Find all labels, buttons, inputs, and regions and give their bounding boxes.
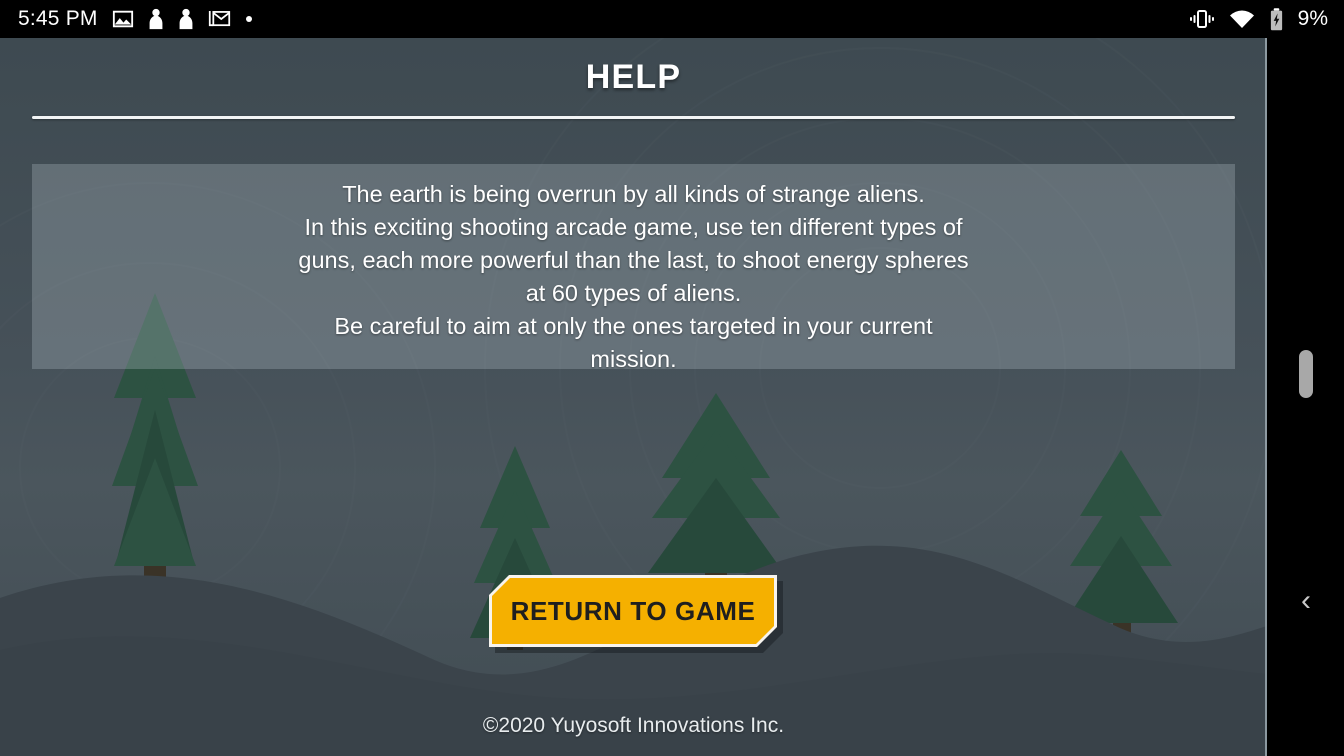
help-text-panel[interactable]: The earth is being overrun by all kinds …: [32, 164, 1235, 369]
status-bar-left-group: 5:45 PM: [0, 7, 253, 31]
scrollbar-thumb[interactable]: [1299, 350, 1313, 398]
system-navigation-rail: ‹: [1267, 38, 1344, 756]
back-chevron-icon[interactable]: ‹: [1289, 578, 1323, 624]
battery-charging-icon: [1269, 7, 1284, 31]
button-face: RETURN TO GAME: [492, 578, 774, 644]
android-status-bar: 5:45 PM 9%: [0, 0, 1344, 38]
help-content: HELP The earth is being overrun by all k…: [0, 38, 1267, 756]
game-help-screen: HELP The earth is being overrun by all k…: [0, 38, 1267, 756]
more-notifications-dot-icon: [245, 15, 253, 23]
vibrate-icon: [1189, 9, 1215, 29]
notification-person-icon-2: [178, 8, 194, 30]
status-bar-right-group: 9%: [1189, 7, 1344, 31]
status-bar-clock: 5:45 PM: [18, 7, 98, 30]
help-body-text: The earth is being overrun by all kinds …: [298, 181, 969, 369]
return-to-game-button[interactable]: RETURN TO GAME: [489, 575, 777, 647]
battery-percent-label: 9%: [1297, 7, 1328, 30]
title-divider: [32, 116, 1235, 119]
notification-person-icon: [148, 8, 164, 30]
gmail-icon: [208, 8, 231, 30]
return-to-game-label: RETURN TO GAME: [510, 595, 756, 626]
page-title: HELP: [585, 58, 682, 96]
wifi-icon: [1229, 9, 1255, 29]
copyright-footer: ©2020 Yuyosoft Innovations Inc.: [482, 714, 785, 737]
image-icon: [112, 8, 134, 30]
return-to-game-button-wrapper: RETURN TO GAME: [489, 575, 777, 647]
